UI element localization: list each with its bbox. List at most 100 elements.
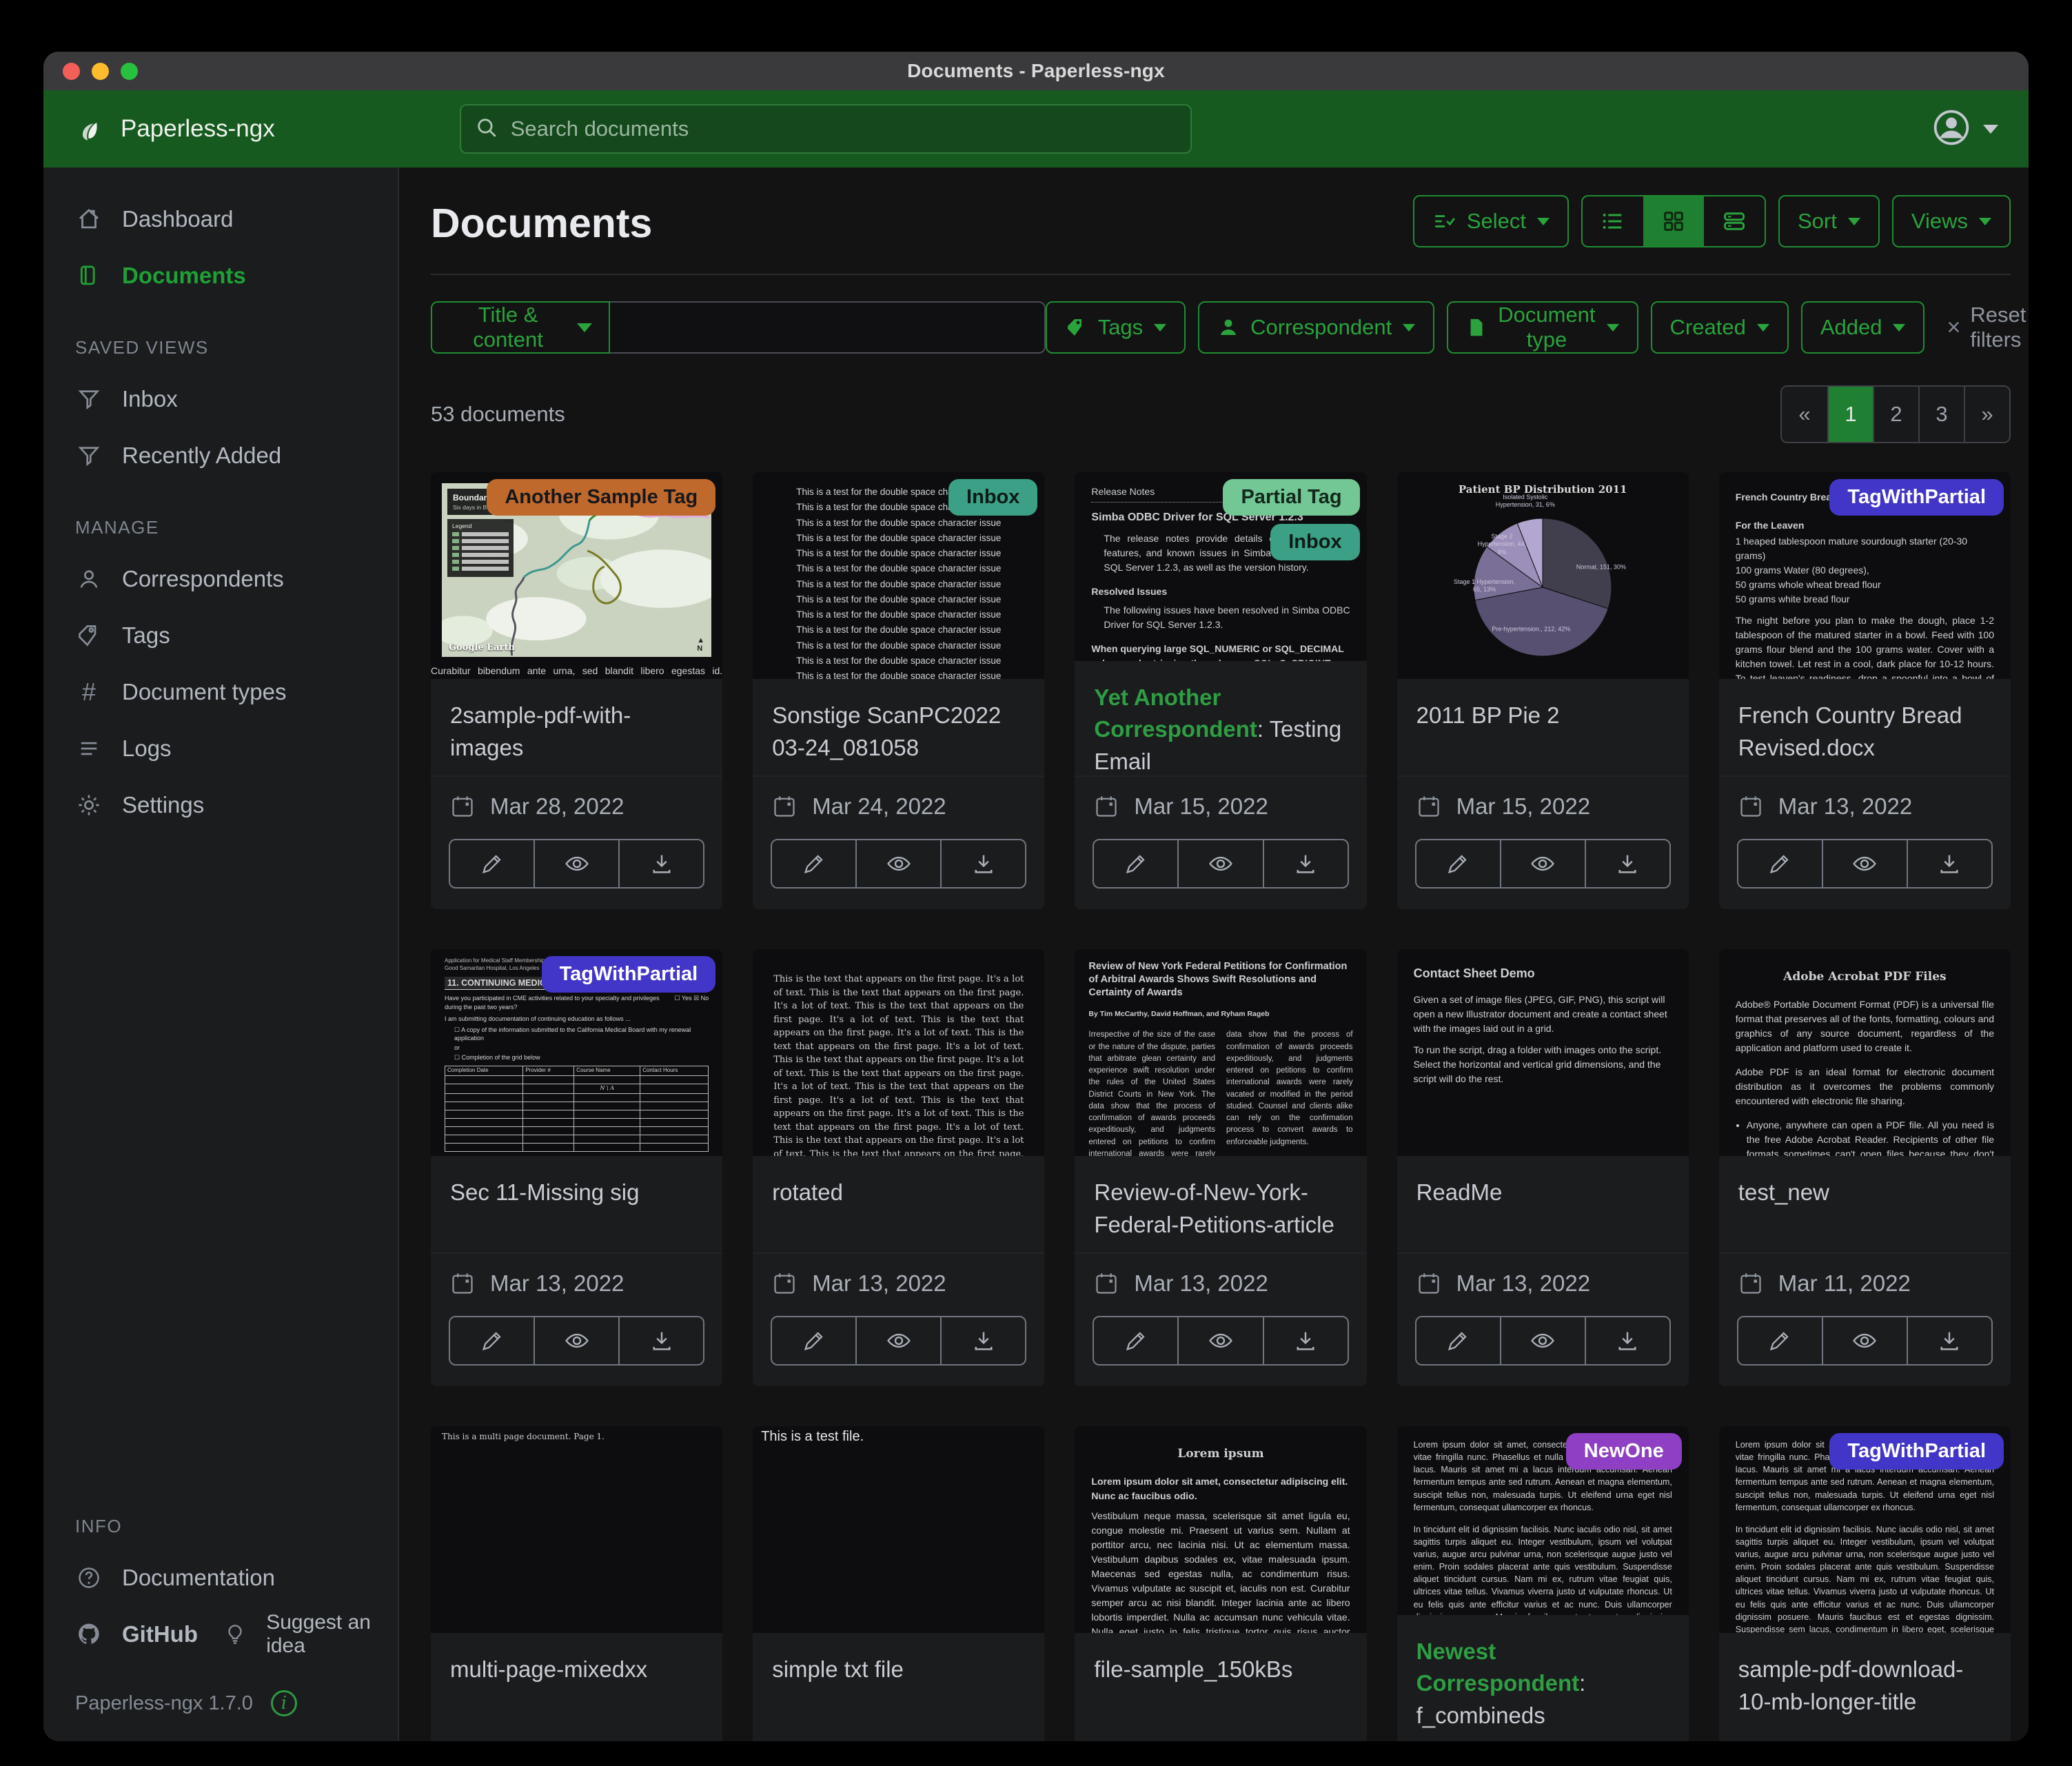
download-button[interactable] — [618, 839, 704, 889]
document-title[interactable]: Newest Correspondent: f_combineds — [1397, 1615, 1689, 1730]
version-info-icon[interactable]: i — [271, 1690, 297, 1716]
page-next-button[interactable]: » — [1964, 387, 2009, 442]
edit-button[interactable] — [1737, 1316, 1823, 1366]
edit-button[interactable] — [1415, 839, 1501, 889]
document-thumbnail[interactable]: This is the text that appears on the fir… — [753, 949, 1044, 1156]
view-button[interactable] — [855, 1316, 942, 1366]
search-input[interactable] — [509, 116, 1177, 142]
document-title[interactable]: test_new — [1719, 1156, 2011, 1252]
edit-button[interactable] — [1093, 839, 1179, 889]
sidebar-item-documents[interactable]: Documents — [43, 247, 398, 304]
document-title[interactable]: Sec 11-Missing sig — [431, 1156, 722, 1252]
correspondent-filter-button[interactable]: Correspondent — [1198, 301, 1434, 354]
document-thumbnail[interactable]: Review of New York Federal Petitions for… — [1075, 949, 1366, 1156]
edit-button[interactable] — [1093, 1316, 1179, 1366]
tag-badge[interactable]: NewOne — [1566, 1433, 1682, 1470]
sidebar-item-suggest-idea[interactable]: Suggest an idea — [198, 1606, 398, 1663]
grid-view-button[interactable] — [1643, 196, 1704, 246]
tag-badge[interactable]: TagWithPartial — [542, 956, 716, 993]
sidebar-item-inbox[interactable]: Inbox — [43, 371, 398, 427]
sidebar-item-logs[interactable]: Logs — [43, 720, 398, 777]
document-title[interactable]: file-sample_150kBs — [1075, 1633, 1366, 1729]
select-button[interactable]: Select — [1413, 195, 1569, 247]
page-1-button[interactable]: 1 — [1827, 387, 1873, 442]
title-content-filter-button[interactable]: Title & content — [431, 301, 610, 354]
download-button[interactable] — [940, 839, 1026, 889]
edit-button[interactable] — [1737, 839, 1823, 889]
view-button[interactable] — [534, 839, 620, 889]
view-button[interactable] — [1822, 1316, 1908, 1366]
download-button[interactable] — [1907, 839, 1993, 889]
view-button[interactable] — [1177, 1316, 1263, 1366]
brand[interactable]: Paperless-ngx — [74, 112, 275, 147]
view-button[interactable] — [1500, 1316, 1586, 1366]
document-title[interactable]: rotated — [753, 1156, 1044, 1252]
created-filter-button[interactable]: Created — [1651, 301, 1789, 354]
list-view-button[interactable] — [1583, 196, 1643, 246]
document-thumbnail[interactable]: Adobe Acrobat PDF FilesAdobe® Portable D… — [1719, 949, 2011, 1156]
document-title[interactable]: Review-of-New-York-Federal-Petitions-art… — [1075, 1156, 1366, 1252]
document-title[interactable]: 2sample-pdf-with-images — [431, 679, 722, 775]
document-title[interactable]: simple txt file — [753, 1633, 1044, 1729]
download-button[interactable] — [618, 1316, 704, 1366]
document-title[interactable]: ReadMe — [1397, 1156, 1689, 1252]
view-button[interactable] — [534, 1316, 620, 1366]
view-button[interactable] — [855, 839, 942, 889]
added-filter-button[interactable]: Added — [1801, 301, 1925, 354]
document-type-filter-button[interactable]: Document type — [1447, 301, 1638, 354]
sidebar-item-settings[interactable]: Settings — [43, 777, 398, 833]
tag-badge[interactable]: Inbox — [1270, 524, 1359, 560]
edit-button[interactable] — [449, 839, 535, 889]
view-button[interactable] — [1177, 839, 1263, 889]
document-title[interactable]: multi-page-mixedxx — [431, 1633, 722, 1729]
document-title[interactable]: French Country Bread Revised.docx — [1719, 679, 2011, 775]
document-thumbnail[interactable]: This is a test file. — [753, 1426, 1044, 1633]
document-thumbnail[interactable]: Lorem ipsumLorem ipsum dolor sit amet, c… — [1075, 1426, 1366, 1633]
download-button[interactable] — [1585, 839, 1671, 889]
page-3-button[interactable]: 3 — [1918, 387, 1964, 442]
search-box[interactable] — [460, 104, 1192, 154]
views-button[interactable]: Views — [1892, 195, 2011, 247]
document-correspondent-link[interactable]: Yet Another Correspondent — [1094, 684, 1257, 742]
document-thumbnail[interactable]: Patient BP Distribution 2011Normal, 151,… — [1397, 472, 1689, 679]
download-button[interactable] — [1907, 1316, 1993, 1366]
tag-badge[interactable]: Another Sample Tag — [487, 479, 715, 516]
page-2-button[interactable]: 2 — [1873, 387, 1918, 442]
view-button[interactable] — [1500, 839, 1586, 889]
reset-filters-button[interactable]: × Reset filters — [1947, 303, 2026, 352]
sidebar-item-tags[interactable]: Tags — [43, 607, 398, 664]
download-button[interactable] — [940, 1316, 1026, 1366]
download-button[interactable] — [1263, 1316, 1349, 1366]
edit-button[interactable] — [771, 839, 857, 889]
document-title[interactable]: Yet Another Correspondent: Testing Email — [1075, 661, 1366, 776]
edit-button[interactable] — [771, 1316, 857, 1366]
sidebar-item-dashboard[interactable]: Dashboard — [43, 191, 398, 247]
close-button[interactable] — [63, 63, 80, 80]
download-button[interactable] — [1585, 1316, 1671, 1366]
sidebar-item-github[interactable]: GitHub — [43, 1606, 198, 1663]
minimize-button[interactable] — [92, 63, 109, 80]
sidebar-item-document-types[interactable]: # Document types — [43, 664, 398, 720]
sort-button[interactable]: Sort — [1778, 195, 1880, 247]
edit-button[interactable] — [1415, 1316, 1501, 1366]
tag-badge[interactable]: Inbox — [948, 479, 1037, 516]
zoom-button[interactable] — [121, 63, 138, 80]
document-title[interactable]: Sonstige ScanPC2022 03-24_081058 — [753, 679, 1044, 775]
user-menu[interactable] — [1932, 108, 1998, 150]
document-thumbnail[interactable]: Contact Sheet DemoGiven a set of image f… — [1397, 949, 1689, 1156]
sidebar-item-documentation[interactable]: Documentation — [43, 1550, 398, 1606]
document-title[interactable]: sample-pdf-download-10-mb-longer-title — [1719, 1633, 2011, 1729]
title-content-input[interactable] — [610, 301, 1046, 354]
view-button[interactable] — [1822, 839, 1908, 889]
sidebar-item-correspondents[interactable]: Correspondents — [43, 551, 398, 607]
document-thumbnail[interactable]: This is a multi page document. Page 1. — [431, 1426, 722, 1633]
edit-button[interactable] — [449, 1316, 535, 1366]
tags-filter-button[interactable]: Tags — [1046, 301, 1186, 354]
detail-view-button[interactable] — [1704, 196, 1765, 246]
tag-badge[interactable]: Partial Tag — [1223, 479, 1359, 516]
page-prev-button[interactable]: « — [1782, 387, 1827, 442]
tag-badge[interactable]: TagWithPartial — [1829, 479, 2004, 516]
document-title[interactable]: 2011 BP Pie 2 — [1397, 679, 1689, 775]
document-correspondent-link[interactable]: Newest Correspondent — [1416, 1638, 1580, 1696]
download-button[interactable] — [1263, 839, 1349, 889]
